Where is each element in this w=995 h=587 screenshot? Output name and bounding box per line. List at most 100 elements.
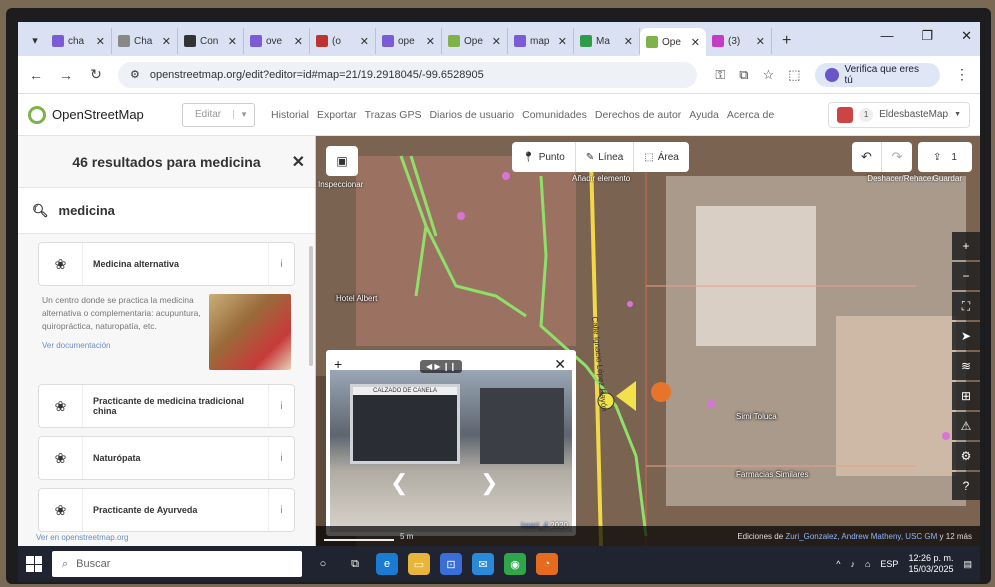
attribution-more[interactable]: y 12 más xyxy=(940,532,972,541)
minimize-icon[interactable]: — xyxy=(880,28,893,44)
bookmark-star-icon[interactable]: ☆ xyxy=(763,67,775,83)
poi-farmacia-label[interactable]: Farmacias Similares xyxy=(736,470,808,479)
key-icon[interactable]: ⚿ xyxy=(715,67,725,83)
osm-nav-link[interactable]: Comunidades xyxy=(522,109,587,121)
reload-icon[interactable]: ↻ xyxy=(88,66,104,83)
close-tab-icon[interactable]: ✕ xyxy=(691,36,700,49)
osm-logo[interactable]: OpenStreetMap xyxy=(28,105,168,124)
browser-tab[interactable]: cha ✕ xyxy=(46,28,112,54)
task-view-icon[interactable]: ⧉ xyxy=(344,553,366,575)
previous-photo-icon[interactable]: ❮ xyxy=(390,470,408,496)
osm-nav-link[interactable]: Trazas GPS xyxy=(365,109,422,121)
zoom-out-icon[interactable]: − xyxy=(952,262,980,290)
zoom-in-icon[interactable]: + xyxy=(952,232,980,260)
preset-search-input[interactable]: 🔍︎ medicina xyxy=(18,188,315,234)
back-icon[interactable]: ← xyxy=(28,67,44,83)
close-tab-icon[interactable]: ✕ xyxy=(294,35,303,48)
chrome-icon[interactable]: ◉ xyxy=(504,553,526,575)
chevron-down-icon[interactable]: ▼ xyxy=(233,110,254,119)
sidebar-scrollbar[interactable] xyxy=(309,246,313,366)
photo-playback-controls[interactable]: ◀ ▶ ❙❙ xyxy=(420,360,463,373)
osm-nav-link[interactable]: Diarios de usuario xyxy=(429,109,514,121)
close-tab-icon[interactable]: ✕ xyxy=(360,35,369,48)
browser-menu-icon[interactable]: ⋮ xyxy=(954,66,970,83)
volume-icon[interactable]: ♪ xyxy=(850,559,855,569)
street-photo-viewer[interactable]: + ✕ CALZADO DE CANELA ❮ ❯ ◀ ▶ ❙❙ kaart_4… xyxy=(326,350,576,536)
attribution-users[interactable]: Zuri_Gonzalez, Andrew Matheny, USC GM xyxy=(785,532,937,541)
inspect-button[interactable]: ▣ xyxy=(326,146,358,176)
documentation-link[interactable]: Ver documentación xyxy=(42,339,201,352)
language-indicator[interactable]: ESP xyxy=(880,559,898,569)
browser-tab[interactable]: ope ✕ xyxy=(376,28,442,54)
close-tab-icon[interactable]: ✕ xyxy=(96,35,105,48)
close-tab-icon[interactable]: ✕ xyxy=(624,35,633,48)
zoom-to-selection-icon[interactable]: ⛶ xyxy=(952,292,980,320)
browser-tab[interactable]: (o ✕ xyxy=(310,28,376,54)
issues-icon[interactable]: ⚠ xyxy=(952,412,980,440)
browser-tab[interactable]: Ope ✕ xyxy=(640,28,706,56)
taskbar-search-input[interactable]: ⌕ Buscar xyxy=(52,551,302,577)
site-info-icon[interactable]: ⚙ xyxy=(130,68,140,81)
preset-item-medicina-alternativa[interactable]: ❀ Medicina alternativa i xyxy=(38,242,295,286)
windows-start-icon[interactable] xyxy=(26,556,42,572)
browser-tab[interactable]: ove ✕ xyxy=(244,28,310,54)
view-on-osm-link[interactable]: Ver en openstreetmap.org xyxy=(36,533,129,542)
close-tab-icon[interactable]: ✕ xyxy=(558,35,567,48)
info-icon[interactable]: i xyxy=(268,437,294,479)
close-window-icon[interactable]: ✕ xyxy=(961,28,972,44)
poi-hotel-label[interactable]: Hotel Albert xyxy=(336,294,377,303)
extensions-icon[interactable]: ⬚ xyxy=(788,67,800,83)
osm-nav-link[interactable]: Historial xyxy=(271,109,309,121)
edit-button[interactable]: Editar ▼ xyxy=(182,102,256,127)
close-tab-icon[interactable]: ✕ xyxy=(756,35,765,48)
map-canvas[interactable]: ▣ Inspeccionar 📍︎ Punto ✎ Línea ⬚ Área A… xyxy=(316,136,980,546)
map-data-icon[interactable]: ⊞ xyxy=(952,382,980,410)
chevron-up-icon[interactable]: ^ xyxy=(836,559,840,569)
url-input[interactable]: ⚙ openstreetmap.org/edit?editor=id#map=2… xyxy=(117,61,698,88)
add-point-button[interactable]: 📍︎ Punto xyxy=(512,142,576,172)
edge-icon[interactable]: e xyxy=(376,553,398,575)
help-icon[interactable]: ? xyxy=(952,472,980,500)
user-menu[interactable]: 1 EldesbasteMap ▼ xyxy=(828,101,970,128)
expand-icon[interactable]: + xyxy=(334,356,342,372)
install-icon[interactable]: ⧉ xyxy=(739,67,748,83)
close-tab-icon[interactable]: ✕ xyxy=(426,35,435,48)
close-icon[interactable]: ✕ xyxy=(292,152,305,172)
firefox-icon[interactable]: ◔ xyxy=(536,553,558,575)
background-layers-icon[interactable]: ≋ xyxy=(952,352,980,380)
undo-icon[interactable]: ↶ xyxy=(852,142,882,172)
file-explorer-icon[interactable]: ▭ xyxy=(408,553,430,575)
preset-item-medicina-china[interactable]: ❀ Practicante de medicina tradicional ch… xyxy=(38,384,295,428)
save-button[interactable]: ⇪ 1 xyxy=(918,142,972,172)
browser-tab[interactable]: map ✕ xyxy=(508,28,574,54)
geolocate-icon[interactable]: ➤ xyxy=(952,322,980,350)
close-tab-icon[interactable]: ✕ xyxy=(228,35,237,48)
browser-tab[interactable]: (3) ✕ xyxy=(706,28,772,54)
poi-simi-label[interactable]: Simi Toluca xyxy=(736,412,777,421)
osm-nav-link[interactable]: Exportar xyxy=(317,109,357,121)
add-line-button[interactable]: ✎ Línea xyxy=(576,142,635,172)
preset-item-ayurveda[interactable]: ❀ Practicante de Ayurveda i xyxy=(38,488,295,532)
tab-search-icon[interactable]: ▾ xyxy=(24,28,46,52)
osm-nav-link[interactable]: Acerca de xyxy=(727,109,774,121)
preferences-icon[interactable]: ⚙ xyxy=(952,442,980,470)
new-tab-button[interactable]: + xyxy=(772,32,801,50)
next-photo-icon[interactable]: ❯ xyxy=(480,470,498,496)
mail-icon[interactable]: ✉ xyxy=(472,553,494,575)
profile-verify-button[interactable]: Verifica que eres tú xyxy=(814,62,941,87)
add-area-button[interactable]: ⬚ Área xyxy=(634,142,689,172)
info-icon[interactable]: i xyxy=(268,385,294,427)
close-tab-icon[interactable]: ✕ xyxy=(162,35,171,48)
redo-icon[interactable]: ↷ xyxy=(882,142,912,172)
browser-tab[interactable]: Con ✕ xyxy=(178,28,244,54)
close-tab-icon[interactable]: ✕ xyxy=(492,35,501,48)
browser-tab[interactable]: Ma ✕ xyxy=(574,28,640,54)
restore-icon[interactable]: ❐ xyxy=(921,28,933,44)
browser-tab[interactable]: Cha ✕ xyxy=(112,28,178,54)
info-icon[interactable]: i xyxy=(268,489,294,531)
notifications-icon[interactable]: ▤ xyxy=(963,559,972,570)
store-icon[interactable]: ⊡ xyxy=(440,553,462,575)
osm-nav-link[interactable]: Ayuda xyxy=(689,109,719,121)
cortana-icon[interactable]: ○ xyxy=(312,553,334,575)
preset-item-naturopata[interactable]: ❀ Naturópata i xyxy=(38,436,295,480)
